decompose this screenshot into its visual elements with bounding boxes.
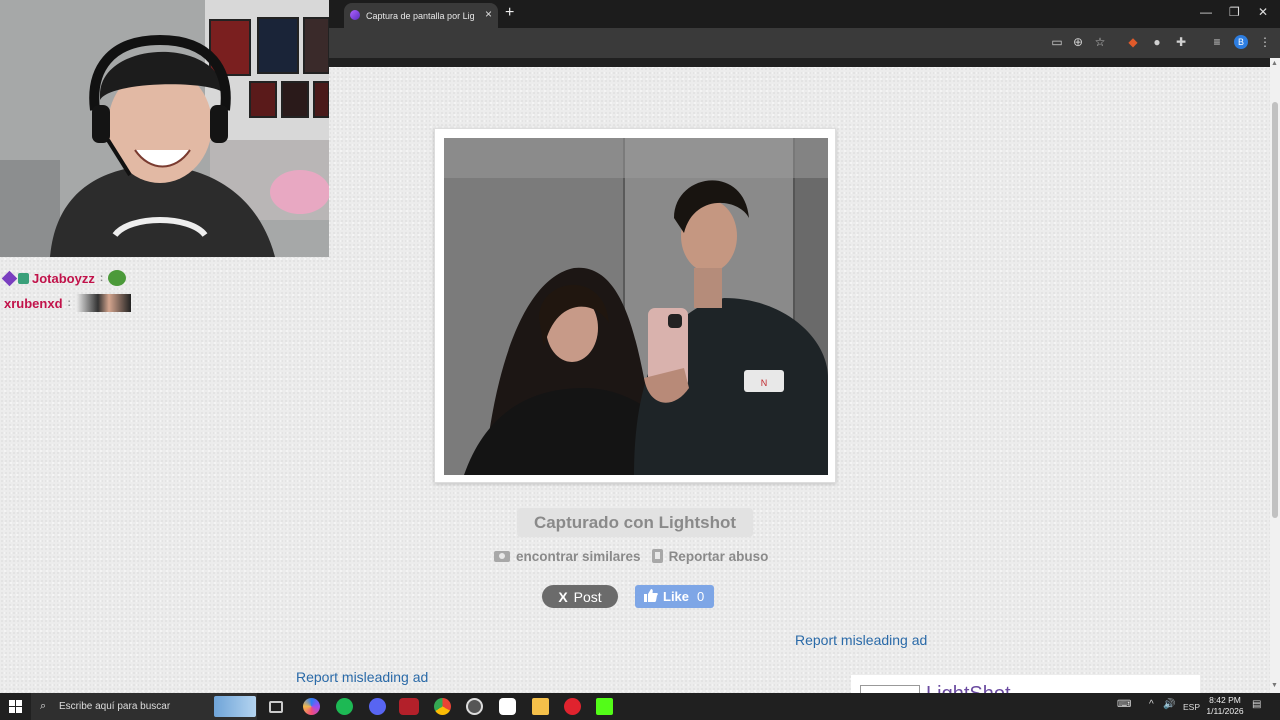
emote-image-icon (75, 294, 131, 312)
opera-icon[interactable] (564, 698, 581, 715)
taskbar-search-box[interactable]: ⌕ Escribe aquí para buscar (31, 693, 257, 720)
minimize-icon[interactable]: — (1200, 5, 1212, 19)
facebook-thumb-icon (644, 588, 658, 605)
profile-avatar[interactable]: B (1234, 35, 1248, 49)
report-abuse-label: Reportar abuso (668, 548, 769, 564)
clipboard-icon (651, 549, 663, 563)
chrome-icon[interactable] (434, 698, 451, 715)
svg-text:N: N (761, 378, 768, 388)
volume-icon[interactable]: 🔊 (1163, 699, 1175, 710)
scroll-down-icon[interactable]: ▼ (1271, 682, 1278, 689)
taskbar-clock[interactable]: 8:42 PM 1/11/2026 (1203, 695, 1247, 717)
report-misleading-ad-link[interactable]: Report misleading ad (296, 669, 428, 685)
keyboard-icon[interactable]: ⌨ (1117, 699, 1131, 710)
zoom-icon[interactable]: ⊕ (1071, 35, 1085, 49)
chat-username: Jotaboyzz (32, 270, 95, 286)
capcut-icon[interactable] (499, 698, 516, 715)
windows-start-icon[interactable] (9, 700, 22, 713)
facebook-like-button[interactable]: Like 0 (635, 585, 714, 608)
copilot-icon[interactable] (303, 698, 320, 715)
find-similar-link[interactable]: encontrar similares (494, 549, 641, 564)
captured-with-lightshot-label: Capturado con Lightshot (517, 508, 753, 537)
chat-colon: : (99, 272, 104, 284)
image-actions: encontrar similares Reportar abuso (494, 547, 768, 565)
new-tab-button[interactable]: + (505, 4, 514, 22)
chat-message: Jotaboyzz : (1, 270, 127, 286)
pepe-emote-icon (108, 270, 127, 286)
report-abuse-link[interactable]: Reportar abuso (651, 548, 769, 564)
report-misleading-ad-link[interactable]: Report misleading ad (795, 632, 927, 648)
kick-icon[interactable] (596, 698, 613, 715)
media-control-icon[interactable]: ≡ (1210, 35, 1224, 49)
windows-taskbar: ⌕ Escribe aquí para buscar ⌨ ^ 🔊 ESP 8:4… (0, 693, 1280, 720)
scroll-thumb[interactable] (1272, 102, 1278, 518)
bookmark-star-icon[interactable]: ☆ (1093, 35, 1107, 49)
tray-chevron-icon[interactable]: ^ (1149, 699, 1154, 710)
language-indicator[interactable]: ESP (1183, 702, 1200, 712)
discord-icon[interactable] (369, 698, 386, 715)
lightshot-favicon-icon (350, 10, 360, 20)
extension-fox-icon[interactable]: ◆ (1126, 35, 1140, 49)
voicemod-icon[interactable] (399, 698, 419, 715)
obs-icon[interactable] (466, 698, 483, 715)
x-post-label: Post (573, 588, 602, 605)
browser-menu-icon[interactable]: ⋮ (1258, 35, 1272, 49)
browser-tab[interactable]: Captura de pantalla por Lightshot × (344, 3, 498, 28)
facebook-like-label: Like (663, 589, 690, 604)
address-bar[interactable] (330, 31, 1120, 55)
camera-icon (494, 550, 510, 562)
search-highlight-icon (214, 696, 256, 717)
screen: Captura de pantalla por Lightshot × + — … (0, 0, 1280, 720)
puzzle-extensions-icon[interactable]: ✚ (1174, 35, 1188, 49)
cast-icon[interactable]: ▭ (1050, 35, 1064, 49)
search-placeholder: Escribe aquí para buscar (59, 701, 171, 712)
scroll-up-icon[interactable]: ▲ (1271, 60, 1278, 67)
notifications-icon[interactable]: ▤ (1252, 699, 1261, 710)
spotify-icon[interactable] (336, 698, 353, 715)
badge-icon (18, 272, 29, 284)
clock-date: 1/11/2026 (1206, 706, 1244, 716)
screenshot-image[interactable]: N (444, 138, 828, 475)
task-view-icon[interactable] (269, 701, 283, 713)
extension-icon[interactable]: ● (1150, 35, 1164, 49)
chat-message: xrubenxd : (4, 294, 131, 312)
webcam-overlay (0, 0, 329, 257)
stream-chat: Jotaboyzz : xrubenxd : (0, 257, 140, 317)
chat-username: xrubenxd (4, 295, 63, 311)
advertisement[interactable]: LightShot (851, 675, 1200, 695)
badge-icon (1, 270, 18, 286)
tab-close-icon[interactable]: × (485, 7, 492, 21)
find-similar-label: encontrar similares (516, 548, 641, 564)
window-close-icon[interactable]: ✕ (1258, 5, 1268, 19)
file-explorer-icon[interactable] (532, 698, 549, 715)
tab-title: Captura de pantalla por Lightshot (366, 10, 474, 21)
x-logo-icon: X (558, 588, 568, 605)
facebook-like-count: 0 (697, 589, 705, 604)
chat-colon: : (67, 297, 71, 309)
search-icon: ⌕ (40, 700, 47, 712)
page-scrollbar[interactable]: ▲ ▼ (1270, 58, 1280, 693)
screenshot-frame: N (434, 128, 836, 483)
restore-icon[interactable]: ❐ (1229, 5, 1240, 19)
clock-time: 8:42 PM (1209, 695, 1241, 705)
x-post-button[interactable]: X Post (542, 585, 618, 608)
